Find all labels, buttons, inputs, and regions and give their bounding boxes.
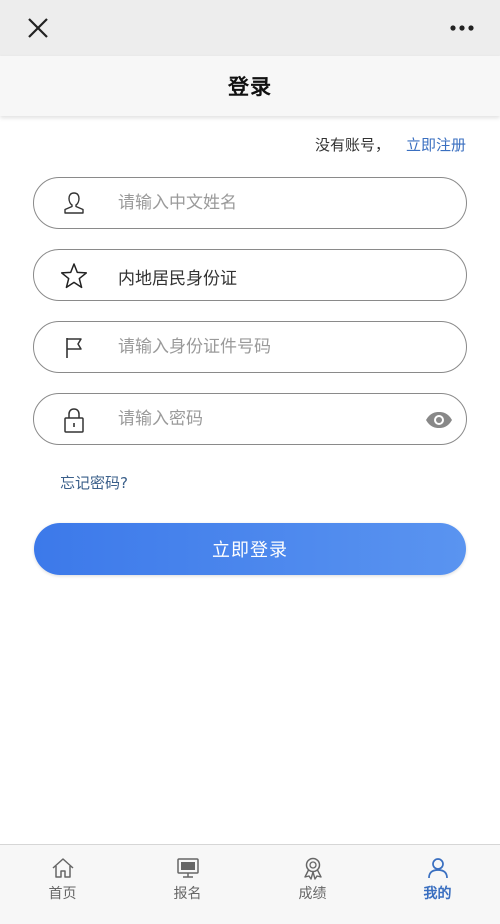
login-button[interactable]: 立即登录 — [34, 523, 466, 575]
show-password-button[interactable] — [424, 406, 454, 434]
login-button-label: 立即登录 — [212, 540, 288, 560]
bottom-safe-area — [0, 910, 500, 924]
user-icon — [425, 855, 451, 881]
no-account-text: 没有账号， — [314, 136, 390, 154]
home-icon — [50, 855, 76, 881]
id-type-field[interactable]: 内地居民身份证 — [33, 249, 467, 301]
lock-icon — [60, 406, 88, 434]
tab-mine[interactable]: 我的 — [375, 845, 500, 910]
award-icon — [300, 855, 326, 881]
register-link[interactable]: 立即注册 — [406, 134, 466, 155]
flag-icon — [60, 334, 88, 362]
close-button[interactable] — [22, 12, 54, 44]
person-icon — [60, 190, 88, 218]
name-input[interactable] — [118, 188, 418, 218]
more-dots-icon — [450, 25, 474, 31]
tab-mine-label: 我的 — [423, 886, 452, 902]
id-number-input[interactable] — [118, 332, 418, 362]
top-bar — [0, 0, 500, 56]
tab-scores[interactable]: 成绩 — [250, 845, 375, 910]
id-number-field[interactable] — [33, 321, 467, 373]
password-input[interactable] — [118, 404, 418, 434]
tab-scores-label: 成绩 — [298, 886, 327, 902]
forgot-password-link[interactable]: 忘记密码? — [60, 472, 128, 493]
page-title: 登录 — [228, 75, 272, 99]
eye-icon — [426, 412, 452, 428]
tab-signup[interactable]: 报名 — [125, 845, 250, 910]
monitor-icon — [175, 855, 201, 881]
close-icon — [28, 18, 48, 38]
bottom-tab-bar: 首页 报名 成绩 我的 — [0, 844, 500, 910]
more-options-button[interactable] — [446, 12, 478, 44]
tab-home[interactable]: 首页 — [0, 845, 125, 910]
id-type-value: 内地居民身份证 — [118, 269, 237, 289]
name-field[interactable] — [33, 177, 467, 229]
password-field[interactable] — [33, 393, 467, 445]
star-icon — [60, 262, 88, 290]
page-header: 登录 — [0, 56, 500, 116]
tab-home-label: 首页 — [48, 886, 77, 902]
tab-signup-label: 报名 — [173, 886, 202, 902]
register-row: 没有账号， 立即注册 — [315, 134, 466, 155]
